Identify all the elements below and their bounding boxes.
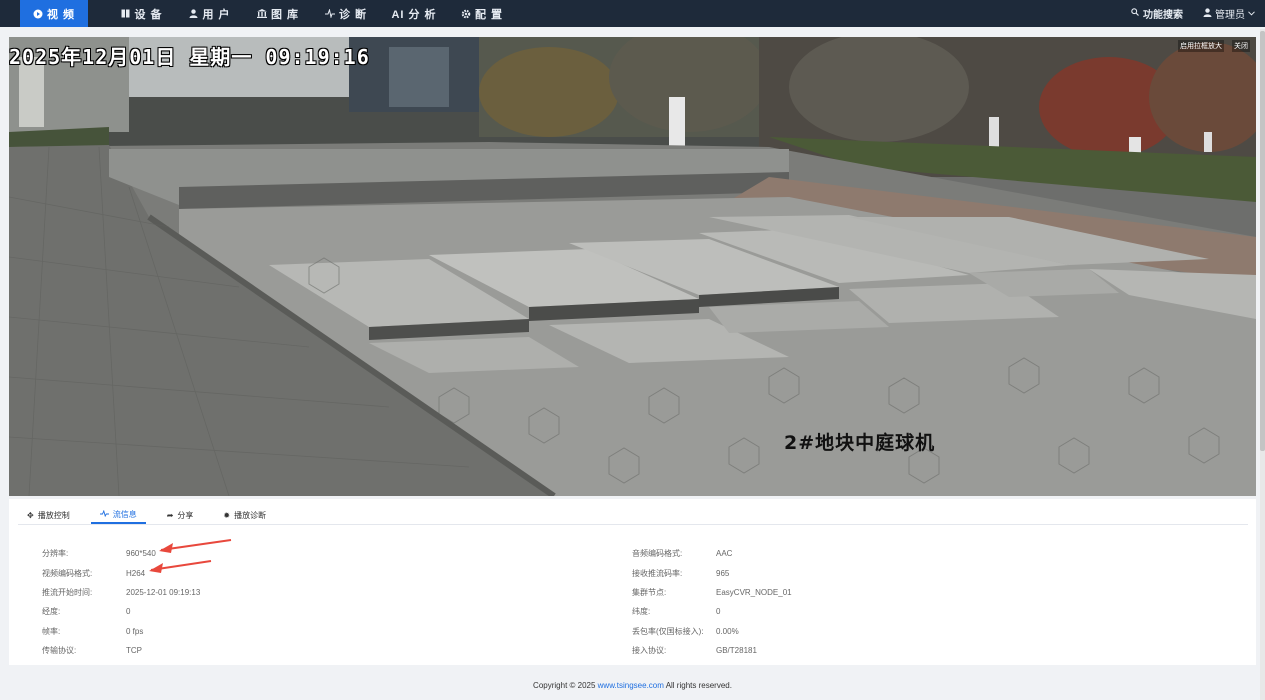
user-avatar-icon: [1203, 7, 1212, 20]
share-icon: ➦: [166, 510, 174, 520]
tab-share[interactable]: ➦ 分享: [158, 506, 203, 524]
info-value: AAC: [716, 549, 733, 559]
search-icon: [1131, 8, 1139, 19]
scrollbar-thumb[interactable]: [1260, 31, 1265, 451]
nav-item-config[interactable]: 配 置: [448, 0, 516, 27]
control-icon: ✥: [27, 510, 34, 520]
info-value: 2025-12-01 09:19:13: [126, 587, 201, 597]
gear-icon: [461, 9, 471, 19]
nav-right: 功能搜索 管理员: [1131, 0, 1265, 27]
nav-item-device[interactable]: 设 备: [108, 0, 176, 27]
info-label: 帧率:: [42, 626, 61, 636]
nav-label: 用 户: [202, 8, 231, 21]
info-label: 接收推流码率:: [632, 568, 683, 578]
info-label: 集群节点:: [632, 587, 667, 597]
footer-suffix: All rights reserved.: [663, 681, 732, 690]
user-icon: [189, 9, 198, 18]
osd-timestamp: 2025年12月01日 星期一 09:19:16: [9, 45, 370, 69]
info-value: 965: [716, 568, 730, 578]
info-value: 0.00%: [716, 626, 739, 636]
stream-info-panel: ✥ 播放控制 流信息 ➦ 分享 ✹ 播放诊断 分辨率: 960*540 视频编码…: [9, 499, 1256, 665]
gallery-icon: [256, 9, 267, 18]
camera-frame: [9, 37, 1256, 496]
info-label: 传输协议:: [42, 646, 77, 656]
info-label: 视频编码格式:: [42, 568, 93, 578]
nav-label: 设 备: [134, 8, 163, 21]
footer-link[interactable]: www.tsingsee.com: [598, 681, 664, 690]
user-menu[interactable]: 管理员: [1203, 6, 1255, 21]
info-row-resolution: 分辨率: 960*540: [42, 544, 462, 563]
chevron-down-icon: [1248, 8, 1255, 19]
info-row-cluster-node: 集群节点: EasyCVR_NODE_01: [632, 583, 1052, 602]
info-label: 推流开始时间:: [42, 587, 93, 597]
info-row-bitrate: 接收推流码率: 965: [632, 563, 1052, 582]
info-label: 音频编码格式:: [632, 549, 683, 559]
user-label: 管理员: [1215, 10, 1245, 21]
info-row-frame-rate: 帧率: 0 fps: [42, 622, 462, 641]
nav-label: 视 频: [46, 8, 76, 21]
device-icon: [121, 9, 130, 18]
nav-item-diagnose[interactable]: 诊 断: [312, 0, 380, 27]
info-row-packet-loss: 丢包率(仅国标接入): 0.00%: [632, 622, 1052, 641]
tab-label: 流信息: [112, 509, 137, 519]
diagnose-icon: ✹: [223, 510, 231, 520]
info-column-left: 分辨率: 960*540 视频编码格式: H264 推流开始时间: 2025-1…: [42, 544, 462, 660]
nav-item-video[interactable]: 视 频: [20, 0, 88, 27]
nav-item-ai[interactable]: AI 分 析: [380, 0, 448, 27]
page-scrollbar[interactable]: [1260, 29, 1265, 700]
pulse-icon: [324, 9, 335, 18]
top-nav: 视 频 设 备 用 户 图 库 诊 断 AI 分 析 配 置 功能搜索 管理员: [0, 0, 1265, 27]
info-row-video-codec: 视频编码格式: H264: [42, 563, 462, 582]
info-value: H264: [126, 568, 146, 578]
info-label: 接入协议:: [632, 646, 667, 656]
info-value: 0: [716, 607, 721, 617]
tab-playback-control[interactable]: ✥ 播放控制: [18, 506, 79, 524]
nav-label: 诊 断: [338, 8, 368, 21]
close-video-button[interactable]: 关闭: [1232, 40, 1250, 52]
info-value: GB/T28181: [716, 646, 757, 656]
nav-item-user[interactable]: 用 户: [176, 0, 244, 27]
info-label: 分辨率:: [42, 549, 69, 559]
tab-label: 播放控制: [37, 510, 70, 520]
footer-prefix: Copyright © 2025: [533, 681, 598, 690]
tab-label: 分享: [177, 510, 194, 520]
info-row-transport: 传输协议: TCP: [42, 641, 462, 660]
info-value: TCP: [126, 646, 142, 656]
info-value: 0: [126, 607, 131, 617]
panel-tabs: ✥ 播放控制 流信息 ➦ 分享 ✹ 播放诊断: [18, 506, 1248, 525]
info-row-latitude: 纬度: 0: [632, 602, 1052, 621]
osd-camera-name: 2#地块中庭球机: [784, 432, 936, 454]
nav-item-gallery[interactable]: 图 库: [244, 0, 312, 27]
info-value: 0 fps: [126, 626, 144, 636]
tab-label: 播放诊断: [234, 510, 267, 520]
info-row-audio-codec: 音频编码格式: AAC: [632, 544, 1052, 563]
info-row-longitude: 经度: 0: [42, 602, 462, 621]
video-player[interactable]: 2025年12月01日 星期一 09:19:16 2#地块中庭球机 启用拉框放大…: [9, 37, 1256, 496]
nav-label: 图 库: [270, 8, 300, 21]
nav-label: 配 置: [474, 8, 504, 21]
zoom-select-button[interactable]: 启用拉框放大: [1178, 40, 1224, 52]
info-label: 经度:: [42, 607, 61, 617]
info-row-access-protocol: 接入协议: GB/T28181: [632, 641, 1052, 660]
info-label: 纬度:: [632, 607, 651, 617]
function-search[interactable]: 功能搜索: [1131, 6, 1183, 21]
footer: Copyright © 2025 www.tsingsee.com All ri…: [0, 681, 1265, 690]
info-row-stream-start: 推流开始时间: 2025-12-01 09:19:13: [42, 583, 462, 602]
info-value: 960*540: [126, 549, 156, 559]
search-label: 功能搜索: [1143, 10, 1183, 21]
info-column-right: 音频编码格式: AAC 接收推流码率: 965 集群节点: EasyCVR_NO…: [632, 544, 1052, 660]
tab-playback-diagnose[interactable]: ✹ 播放诊断: [214, 506, 275, 524]
tab-stream-info[interactable]: 流信息: [90, 506, 146, 524]
play-circle-icon: [33, 9, 43, 19]
pulse-icon: [99, 509, 109, 519]
video-controls: 启用拉框放大 关闭: [1178, 40, 1250, 52]
info-label: 丢包率(仅国标接入):: [632, 626, 704, 636]
nav-label: AI 分 析: [391, 8, 437, 21]
info-value: EasyCVR_NODE_01: [716, 587, 792, 597]
